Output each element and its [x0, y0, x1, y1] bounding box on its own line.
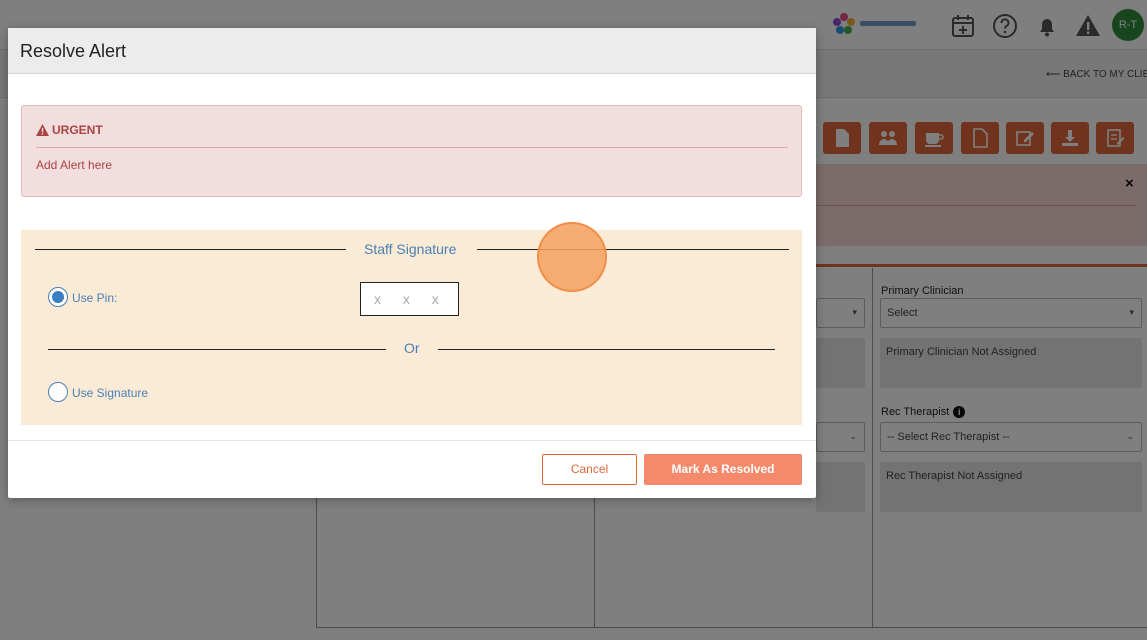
modal-footer-divider	[8, 440, 816, 441]
or-rule-right	[438, 349, 775, 350]
or-rule-left	[48, 349, 386, 350]
use-signature-radio[interactable]	[48, 382, 68, 402]
alert-text: Add Alert here	[36, 158, 113, 172]
staff-signature-panel: Staff Signature Use Pin: Or Use Signatur…	[21, 230, 802, 425]
pin-input[interactable]	[360, 282, 459, 316]
modal-title: Resolve Alert	[20, 41, 127, 61]
use-signature-label[interactable]: Use Signature	[72, 386, 148, 400]
signature-title-rule-right	[477, 249, 789, 250]
modal-header: Resolve Alert	[8, 28, 816, 74]
mark-as-resolved-button[interactable]: Mark As Resolved	[644, 454, 802, 485]
or-divider-label: Or	[404, 340, 420, 356]
urgent-title-text: URGENT	[52, 123, 103, 137]
urgent-heading: URGENT	[36, 123, 103, 137]
resolve-alert-modal: Resolve Alert URGENT Add Alert here Staf…	[8, 28, 816, 498]
urgent-alert-box: URGENT Add Alert here	[21, 105, 802, 197]
signature-title-rule-left	[35, 249, 346, 250]
click-indicator	[537, 222, 607, 292]
use-pin-radio[interactable]	[48, 287, 68, 307]
cancel-button[interactable]: Cancel	[542, 454, 637, 485]
staff-signature-title: Staff Signature	[364, 241, 457, 257]
urgent-divider	[36, 147, 788, 148]
warning-icon	[36, 124, 49, 136]
use-pin-label[interactable]: Use Pin:	[72, 291, 117, 305]
